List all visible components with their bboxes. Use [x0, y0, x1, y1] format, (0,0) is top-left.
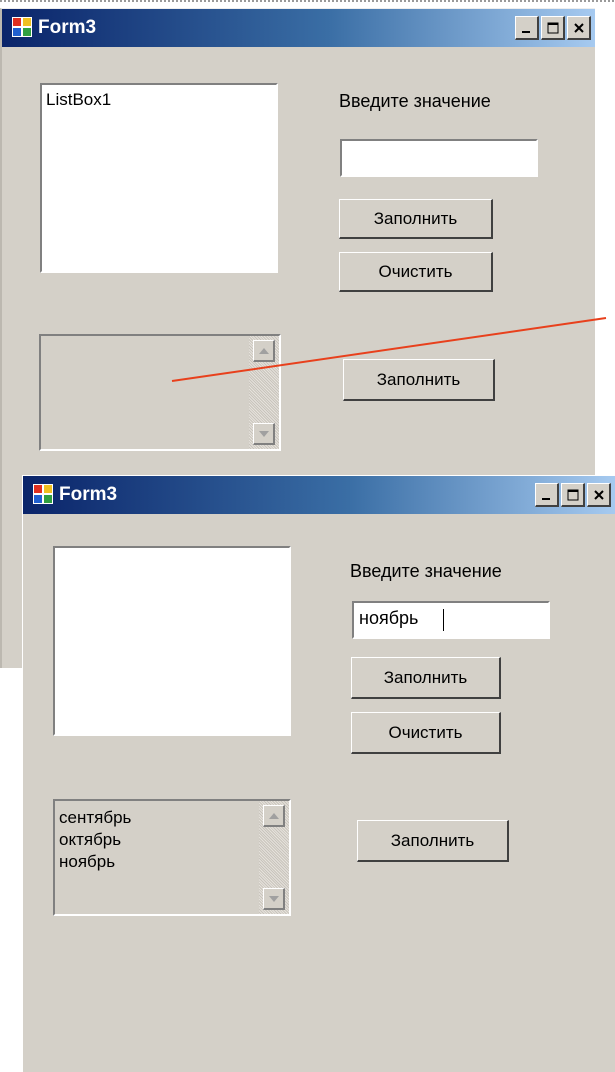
annotation-arrow-line	[171, 317, 607, 382]
annotation-line	[171, 317, 607, 382]
